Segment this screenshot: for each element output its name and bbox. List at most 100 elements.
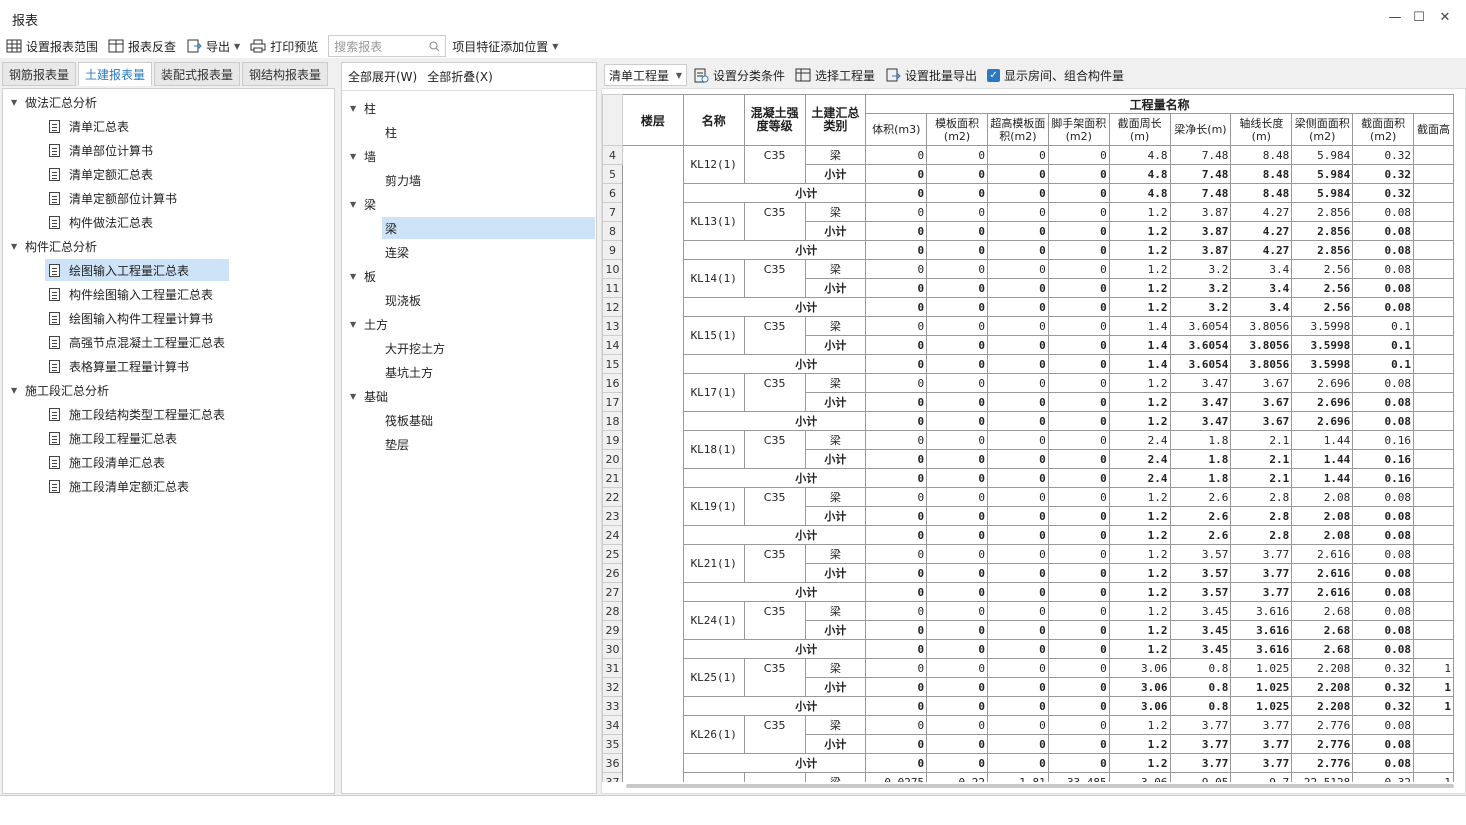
table-row[interactable]: 24 小计 0 0 0 0 1.2 2.6 2.8 2.08 0.08 [602, 525, 1454, 545]
report-list-item[interactable]: 绘图输入工程量汇总表 [45, 259, 229, 281]
tree-group[interactable]: ▼ 施工段汇总分析 [11, 379, 109, 401]
expand-all-button[interactable]: 全部展开(W) [348, 68, 417, 85]
component-name-cell: KL19(1) [682, 487, 745, 526]
collapse-triangle-icon[interactable]: ▼ [350, 320, 364, 329]
component-item[interactable]: 柱 [382, 121, 397, 143]
table-row[interactable]: 16 KL17(1) C35 梁 0 0 0 0 1.2 3.47 3.67 2.696 0.08 [602, 373, 1454, 412]
quantity-cell: 0.1 [1352, 316, 1415, 336]
tree-group[interactable]: ▼ 构件汇总分析 [11, 235, 97, 257]
tab-rebar[interactable]: 钢筋报表量 [2, 62, 77, 86]
component-group[interactable]: ▼ 柱 [350, 97, 376, 119]
collapse-triangle-icon[interactable]: ▼ [11, 242, 25, 251]
search-input[interactable]: 搜索报表 [328, 35, 447, 57]
table-row[interactable]: 12 小计 0 0 0 0 1.2 3.2 3.4 2.56 0.08 [602, 297, 1454, 317]
print-preview-button[interactable]: 打印预览 [250, 38, 318, 55]
horizontal-scrollbar[interactable] [626, 784, 1454, 788]
quantity-cell: 0 [926, 278, 988, 298]
export-button[interactable]: 导出 ▼ [186, 38, 240, 55]
quantity-type-select[interactable]: 清单工程量 ▼ [604, 64, 687, 86]
component-group[interactable]: ▼ 基础 [350, 385, 388, 407]
collapse-triangle-icon[interactable]: ▼ [11, 98, 25, 107]
report-list-item[interactable]: 清单汇总表 [45, 115, 133, 137]
quantity-cell: 0 [865, 753, 928, 773]
feature-position-dropdown[interactable]: 项目特征添加位置 ▼ [452, 38, 558, 55]
collapse-triangle-icon[interactable]: ▼ [350, 392, 364, 401]
reverse-check-button[interactable]: 报表反查 [108, 38, 176, 55]
report-list-item[interactable]: 表格算量工程量计算书 [45, 355, 193, 377]
table-row[interactable]: 30 小计 0 0 0 0 1.2 3.45 3.616 2.68 0.08 [602, 639, 1454, 659]
component-item[interactable]: 剪力墙 [382, 169, 421, 191]
grade-cell: C35 [743, 430, 806, 469]
quantity-cell: 0 [1047, 221, 1110, 241]
table-row[interactable]: 31 KL25(1) C35 梁 0 0 0 0 3.06 0.8 1.025 2.208 0.32 1 [602, 658, 1454, 697]
table-row[interactable]: 33 小计 0 0 0 0 3.06 0.8 1.025 2.208 0.32 1 [602, 696, 1454, 716]
table-row[interactable]: 18 小计 0 0 0 0 1.2 3.47 3.67 2.696 0.08 [602, 411, 1454, 431]
row-number: 30 [602, 639, 623, 659]
batch-export-button[interactable]: 设置批量导出 [885, 67, 977, 84]
report-doc-icon [49, 143, 60, 157]
component-item[interactable]: 基坑土方 [382, 361, 433, 383]
table-row[interactable]: 22 KL19(1) C35 梁 0 0 0 0 1.2 2.6 2.8 2.08 0.08 [602, 487, 1454, 526]
select-quantity-button[interactable]: 选择工程量 [795, 67, 875, 84]
component-group[interactable]: ▼ 板 [350, 265, 376, 287]
collapse-triangle-icon[interactable]: ▼ [350, 272, 364, 281]
tab-prefab[interactable]: 装配式报表量 [154, 62, 241, 86]
show-rooms-checkbox[interactable]: ✓ 显示房间、组合构件量 [987, 67, 1124, 84]
report-list-item[interactable]: 绘图输入构件工程量计算书 [45, 307, 217, 329]
collapse-triangle-icon[interactable]: ▼ [11, 386, 25, 395]
table-row[interactable]: 9 小计 0 0 0 0 1.2 3.87 4.27 2.856 0.08 [602, 240, 1454, 260]
row-number: 18 [602, 411, 623, 431]
close-icon[interactable]: ✕ [1436, 8, 1454, 26]
report-list-item[interactable]: 构件绘图输入工程量汇总表 [45, 283, 217, 305]
table-row[interactable]: 19 KL18(1) C35 梁 0 0 0 0 2.4 1.8 2.1 1.44 0.16 [602, 430, 1454, 469]
component-group[interactable]: ▼ 梁 [350, 193, 376, 215]
report-list-item[interactable]: 清单定额部位计算书 [45, 187, 181, 209]
collapse-all-button[interactable]: 全部折叠(X) [427, 68, 493, 85]
component-item[interactable]: 连梁 [382, 241, 409, 263]
collapse-triangle-icon[interactable]: ▼ [350, 200, 364, 209]
table-row[interactable]: 4 KL12(1) C35 梁 0 0 0 0 4.8 7.48 8.48 5.984 0.32 [602, 145, 1454, 782]
quantity-cell: 1.4 [1108, 335, 1171, 355]
table-row[interactable]: 25 KL21(1) C35 梁 0 0 0 0 1.2 3.57 3.77 2.616 0.08 [602, 544, 1454, 583]
tree-group[interactable]: ▼ 做法汇总分析 [11, 91, 97, 113]
report-list-item[interactable]: 施工段结构类型工程量汇总表 [45, 403, 229, 425]
report-list-item[interactable]: 施工段清单汇总表 [45, 451, 169, 473]
report-list-item[interactable]: 施工段清单定额汇总表 [45, 475, 193, 497]
table-row[interactable]: 28 KL24(1) C35 梁 0 0 0 0 1.2 3.45 3.616 2.68 0.08 [602, 601, 1454, 640]
table-row[interactable]: 34 KL26(1) C35 梁 0 0 0 0 1.2 3.77 3.77 2.776 0.08 [602, 715, 1454, 754]
collapse-triangle-icon[interactable]: ▼ [350, 152, 364, 161]
report-list-item[interactable]: 高强节点混凝土工程量汇总表 [45, 331, 229, 353]
report-list-item[interactable]: 施工段工程量汇总表 [45, 427, 181, 449]
set-range-button[interactable]: 设置报表范围 [6, 38, 98, 55]
component-item[interactable]: 筏板基础 [382, 409, 433, 431]
component-group[interactable]: ▼ 土方 [350, 313, 388, 335]
tab-steel[interactable]: 钢结构报表量 [242, 62, 329, 86]
collapse-triangle-icon[interactable]: ▼ [350, 104, 364, 113]
component-item[interactable]: 梁 [382, 217, 595, 239]
table-row[interactable]: 7 KL13(1) C35 梁 0 0 0 0 1.2 3.87 4.27 2.856 0.08 [602, 202, 1454, 241]
set-category-button[interactable]: 设置分类条件 [693, 67, 785, 84]
report-list-item[interactable]: 构件做法汇总表 [45, 211, 157, 233]
table-row[interactable]: 10 KL14(1) C35 梁 0 0 0 0 1.2 3.2 3.4 2.56 0.08 [602, 259, 1454, 298]
quantity-cell: 0.32 [1352, 183, 1415, 203]
quantity-cell: 2.4 [1108, 449, 1171, 469]
component-item[interactable]: 大开挖土方 [382, 337, 445, 359]
component-item[interactable]: 现浇板 [382, 289, 421, 311]
table-row[interactable]: 15 小计 0 0 0 0 1.4 3.6054 3.8056 3.5998 0.1 [602, 354, 1454, 374]
report-list-item[interactable]: 清单定额汇总表 [45, 163, 157, 185]
report-list-item[interactable]: 清单部位计算书 [45, 139, 157, 161]
component-group[interactable]: ▼ 墙 [350, 145, 376, 167]
quantity-cell: 2.1 [1230, 468, 1293, 488]
minimize-icon[interactable]: — [1386, 8, 1404, 26]
maximize-icon[interactable]: ☐ [1410, 8, 1428, 26]
table-row[interactable]: 13 KL15(1) C35 梁 0 0 0 0 1.4 3.6054 3.8056 3.5998 0.… [602, 316, 1454, 355]
table-row[interactable]: 6 小计 0 0 0 0 4.8 7.48 8.48 5.984 0.32 [602, 183, 1454, 203]
tab-civil[interactable]: 土建报表量 [78, 62, 153, 86]
table-row[interactable]: 21 小计 0 0 0 0 2.4 1.8 2.1 1.44 0.16 [602, 468, 1454, 488]
table-row[interactable]: 36 小计 0 0 0 0 1.2 3.77 3.77 2.776 0.08 [602, 753, 1454, 773]
row-number: 29 [602, 620, 623, 640]
component-item[interactable]: 垫层 [382, 433, 409, 455]
quantity-cell: 0 [1047, 278, 1110, 298]
table-row[interactable]: 37 梁0.02750.221.8133.4853.069.059.722.512… [602, 772, 1454, 782]
table-row[interactable]: 27 小计 0 0 0 0 1.2 3.57 3.77 2.616 0.08 [602, 582, 1454, 602]
